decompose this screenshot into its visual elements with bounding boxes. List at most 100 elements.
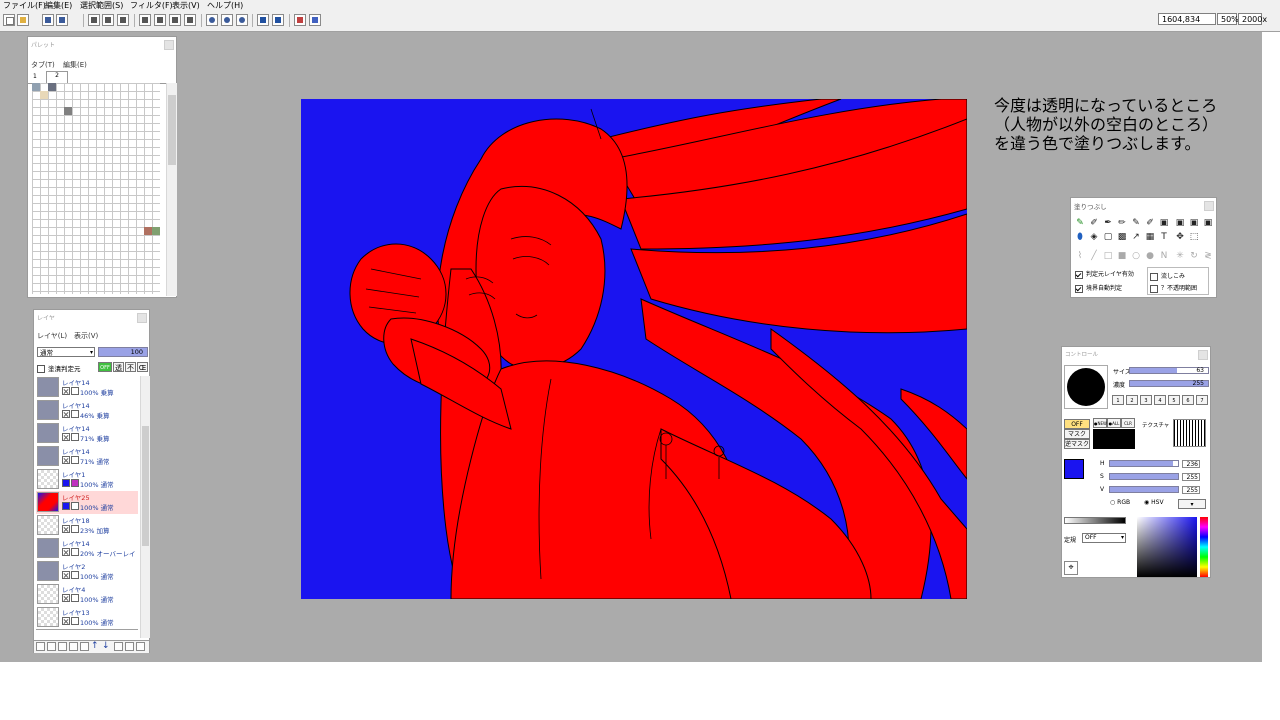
redo-icon[interactable]: [272, 14, 284, 26]
layer-row[interactable]: レイヤ1 100% 通常: [36, 468, 138, 492]
flip-icon[interactable]: [309, 14, 321, 26]
texture-preview[interactable]: [1173, 419, 1206, 447]
lock-off-button[interactable]: OFF: [98, 362, 112, 372]
layer-row[interactable]: レイヤ14 20% オーバーレイ: [36, 537, 138, 561]
lock-opaque-button[interactable]: 不: [125, 362, 136, 372]
layout-1-icon[interactable]: [88, 14, 100, 26]
checkbox[interactable]: [1075, 270, 1083, 279]
palette-scroll-thumb[interactable]: [168, 95, 176, 165]
layer-lock-icon[interactable]: [71, 594, 79, 602]
mask-button[interactable]: マスク: [1064, 429, 1090, 439]
visibility-icon[interactable]: [62, 456, 70, 464]
new-layer-icon[interactable]: [36, 642, 45, 651]
size-preset-button[interactable]: 5: [1168, 395, 1180, 405]
move-icon[interactable]: ✥: [1175, 232, 1185, 242]
lock-alpha-button[interactable]: Œ: [137, 362, 148, 372]
merge-layer-icon[interactable]: [69, 642, 78, 651]
visibility-icon[interactable]: [62, 525, 70, 533]
saturation-slider[interactable]: [1109, 473, 1179, 480]
layer-lock-icon[interactable]: [71, 617, 79, 625]
zoom-reset-icon[interactable]: [236, 14, 248, 26]
s-value[interactable]: 255: [1182, 473, 1200, 481]
palette-swatch[interactable]: [48, 83, 56, 91]
layer-lock-icon[interactable]: [71, 502, 79, 510]
gray-gradient-bar[interactable]: [1064, 517, 1126, 524]
v-value[interactable]: 255: [1182, 486, 1200, 494]
lasso-icon[interactable]: ↗: [1131, 232, 1141, 242]
layer-row[interactable]: レイヤ14 71% 通常: [36, 445, 138, 469]
undo-icon[interactable]: [257, 14, 269, 26]
eraser-icon[interactable]: ▣: [1159, 218, 1169, 228]
layout-3-icon[interactable]: [117, 14, 129, 26]
layer-scroll-thumb[interactable]: [142, 426, 149, 546]
checkbox[interactable]: [37, 365, 45, 373]
option-source-layer[interactable]: 判定元レイヤ有効: [1075, 269, 1134, 279]
spiral-icon[interactable]: ↻: [1189, 251, 1199, 261]
checkbox[interactable]: [1150, 272, 1158, 281]
size-preset-button[interactable]: 6: [1182, 395, 1194, 405]
layer-menu-layer[interactable]: レイヤ(L): [37, 331, 67, 341]
palette-tab-1[interactable]: 1: [33, 73, 37, 80]
hue-strip[interactable]: [1200, 517, 1208, 577]
line-icon[interactable]: ╱: [1089, 251, 1099, 261]
visibility-icon[interactable]: [62, 410, 70, 418]
close-icon[interactable]: [137, 313, 147, 323]
palette-scrollbar[interactable]: [166, 83, 177, 296]
reverse-mask-button[interactable]: 逆マスク: [1064, 439, 1090, 449]
layer-row[interactable]: レイヤ4 100% 通常: [36, 583, 138, 607]
density-slider[interactable]: 255: [1129, 380, 1209, 387]
layer-menu-view[interactable]: 表示(V): [74, 331, 98, 341]
text-icon[interactable]: T: [1159, 232, 1169, 242]
watercolor-icon[interactable]: ✎: [1131, 218, 1141, 228]
ellipse-fill-icon[interactable]: ●: [1145, 251, 1155, 261]
size-preset-button[interactable]: 2: [1126, 395, 1138, 405]
layer-lock-icon[interactable]: [71, 387, 79, 395]
menu-file[interactable]: ファイル(F): [3, 0, 46, 11]
visibility-icon[interactable]: [62, 594, 70, 602]
close-icon[interactable]: [164, 40, 174, 50]
mask-all-button[interactable]: ●ALL: [1107, 418, 1121, 428]
layer-folder-icon[interactable]: [125, 642, 134, 651]
menu-view[interactable]: 表示(V): [172, 0, 200, 11]
curve-icon[interactable]: ⌇: [1075, 251, 1085, 261]
selection-frame-icon[interactable]: ⬚: [1189, 232, 1199, 242]
layer-lock-icon[interactable]: [71, 548, 79, 556]
layer-row[interactable]: レイヤ14 71% 乗算: [36, 422, 138, 446]
open-folder-icon[interactable]: [17, 14, 29, 26]
layer-row[interactable]: レイヤ18 23% 加算: [36, 514, 138, 538]
palette-swatch[interactable]: [64, 107, 72, 115]
close-icon[interactable]: [1204, 201, 1214, 211]
menu-selection[interactable]: 選択範囲(S): [80, 0, 123, 11]
select-icon[interactable]: ▢: [1103, 232, 1113, 242]
marker-icon[interactable]: ✐: [1145, 218, 1155, 228]
mask-new-button[interactable]: ●NEW: [1093, 418, 1107, 428]
lock-transparent-button[interactable]: 透: [113, 362, 124, 372]
visibility-icon[interactable]: [62, 387, 70, 395]
fill-gradient-icon[interactable]: ◈: [1089, 232, 1099, 242]
size-preset-button[interactable]: 1: [1112, 395, 1124, 405]
ellipse-icon[interactable]: ○: [1131, 251, 1141, 261]
size-preset-button[interactable]: 3: [1140, 395, 1152, 405]
symmetry-icon[interactable]: ≷: [1203, 251, 1213, 261]
radial-icon[interactable]: ✳: [1175, 251, 1185, 261]
rotate-icon[interactable]: [294, 14, 306, 26]
fill-source-checkbox[interactable]: 塗潰判定元: [37, 363, 81, 373]
value-slider[interactable]: [1109, 486, 1179, 493]
option-opaque-range[interactable]: ？不透明範囲: [1150, 283, 1197, 293]
layer-lock-icon[interactable]: [71, 525, 79, 533]
airbrush-icon[interactable]: ✏: [1117, 218, 1127, 228]
layer-lock-icon[interactable]: [71, 479, 79, 487]
hue-slider[interactable]: [1109, 460, 1179, 467]
layer-row[interactable]: レイヤ13 100% 通常: [36, 606, 138, 630]
polyline-icon[interactable]: Ν: [1159, 251, 1169, 261]
color-picker-area[interactable]: [1137, 517, 1197, 577]
palette-tab-2[interactable]: 2: [46, 71, 68, 83]
h-value[interactable]: 236: [1182, 460, 1200, 468]
blend-mode-select[interactable]: 通常 ▾: [37, 347, 95, 357]
layer-row[interactable]: レイヤ14 46% 乗算: [36, 399, 138, 423]
layer-row[interactable]: レイヤ14 100% 乗算: [36, 376, 138, 400]
palette-swatch[interactable]: [144, 227, 152, 235]
visibility-icon[interactable]: [62, 433, 70, 441]
palette-menu-tab[interactable]: タブ(T): [31, 60, 55, 70]
primary-color-swatch[interactable]: [1064, 459, 1084, 479]
